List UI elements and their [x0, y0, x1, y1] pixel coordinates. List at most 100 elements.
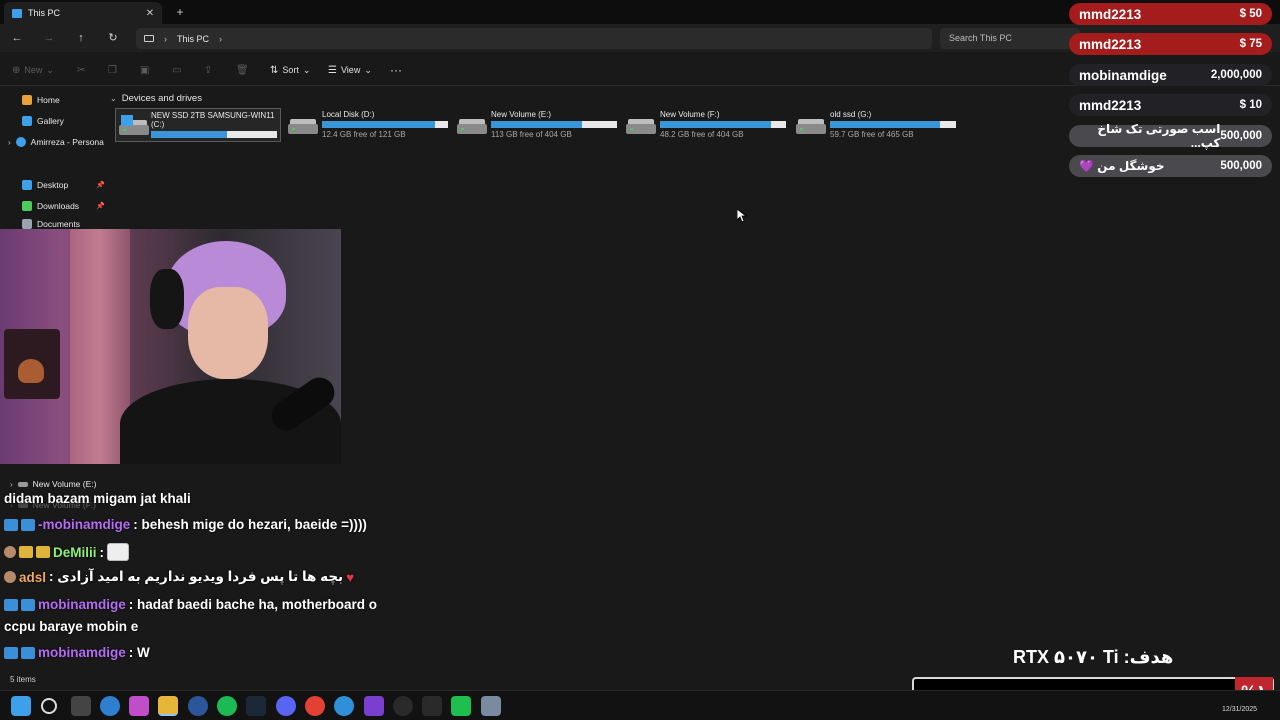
chevron-down-icon: ⌄	[110, 93, 117, 103]
copy-button[interactable]: ❐	[108, 63, 117, 77]
donor-name: خوشگل من 💜	[1079, 159, 1165, 173]
discord-icon[interactable]	[276, 696, 296, 716]
drive-usage-fill	[491, 121, 582, 128]
drive-c[interactable]: NEW SSD 2TB SAMSUNG-WIN11 (C:)	[115, 108, 281, 142]
steam-icon[interactable]	[246, 696, 266, 716]
settings-icon[interactable]	[393, 696, 413, 716]
up-button[interactable]: ↑	[73, 30, 89, 46]
drive-name: New Volume (F:)	[660, 110, 720, 119]
drive-free-space: 113 GB free of 404 GB	[491, 130, 572, 139]
g-app-icon[interactable]	[422, 696, 442, 716]
chevron-right-icon[interactable]: ›	[8, 138, 11, 147]
sort-button[interactable]: ⇅ Sort ⌄	[270, 63, 310, 77]
back-button[interactable]: ←	[9, 30, 25, 46]
more-options-button[interactable]: ···	[390, 63, 402, 77]
crown-badge-icon	[36, 546, 50, 558]
sidebar-item-documents[interactable]: Documents	[22, 219, 80, 229]
r-app-icon[interactable]	[364, 696, 384, 716]
kick-icon[interactable]	[451, 696, 471, 716]
tab-this-pc[interactable]: This PC ✕	[4, 2, 162, 24]
avatar-badge-icon	[4, 546, 16, 558]
edge-icon[interactable]	[100, 696, 120, 716]
drive-f[interactable]: New Volume (F:) 48.2 GB free of 404 GB	[623, 108, 789, 142]
address-bar[interactable]: › This PC ›	[136, 28, 932, 49]
chevron-right-icon[interactable]: ›	[10, 480, 13, 489]
chat-username: -mobinamdige	[38, 517, 131, 532]
tab-title: This PC	[28, 8, 61, 18]
tab-close-icon[interactable]: ✕	[142, 8, 158, 19]
chat-text: : بچه ها تا پس فردا ویدیو نداریم به امید…	[49, 569, 344, 584]
chat-username: adsl	[19, 569, 47, 585]
drive-free-space: 59.7 GB free of 465 GB	[830, 130, 914, 139]
sidebar-item-onedrive[interactable]: › Amirreza - Persona	[8, 133, 104, 151]
file-explorer-icon[interactable]	[158, 696, 178, 716]
calculator-icon[interactable]	[481, 696, 501, 716]
donation-amount: 500,000	[1220, 130, 1262, 142]
donor-name: mmd2213	[1079, 6, 1142, 22]
drive-usage-fill	[151, 131, 227, 138]
delete-button[interactable]: 🗑	[236, 63, 249, 77]
drive-usage-fill	[322, 121, 436, 128]
chrome-icon[interactable]	[305, 696, 325, 716]
task-view-icon[interactable]	[71, 696, 91, 716]
forward-button[interactable]: →	[41, 30, 57, 46]
sidebar-item-label: Documents	[37, 219, 80, 229]
sidebar-item-label: Home	[37, 95, 60, 105]
sidebar-item-home[interactable]: Home	[22, 91, 60, 109]
spotify-icon[interactable]	[217, 696, 237, 716]
donor-name: mmd2213	[1079, 36, 1142, 52]
refresh-button[interactable]: ↻	[105, 30, 121, 46]
donation-item: mobinamdige 2,000,000	[1069, 64, 1272, 86]
word-icon[interactable]	[188, 696, 208, 716]
rename-button[interactable]: ▭	[172, 63, 181, 77]
vscode-icon[interactable]	[334, 696, 354, 716]
sidebar-item-desktop[interactable]: Desktop	[22, 176, 68, 194]
donation-amount: 500,000	[1220, 160, 1262, 172]
devices-and-drives-header[interactable]: ⌄ Devices and drives	[110, 91, 202, 105]
paste-button[interactable]: ▣	[140, 63, 149, 77]
drive-e[interactable]: New Volume (E:) 113 GB free of 404 GB	[454, 108, 620, 142]
drive-usage-fill	[660, 121, 771, 128]
donation-item: mmd2213 $ 50	[1069, 3, 1272, 25]
drive-free-space: 12.4 GB free of 121 GB	[322, 130, 406, 139]
bits-badge-icon	[19, 546, 33, 558]
desktop-icon	[22, 180, 32, 190]
sidebar-item-gallery[interactable]: Gallery	[22, 112, 64, 130]
donation-item: خوشگل من 💜 500,000	[1069, 155, 1272, 177]
sidebar-item-label: Amirreza - Persona	[30, 137, 104, 147]
share-button[interactable]: ⇪	[204, 63, 212, 77]
sub-gifter-badge-icon	[21, 598, 35, 611]
new-button[interactable]: ⊕ New ⌄	[12, 63, 54, 77]
hard-drive-icon	[457, 116, 487, 138]
view-icon: ☰	[328, 64, 337, 76]
scissors-icon: ✂	[77, 64, 86, 76]
drive-g[interactable]: old ssd (G:) 59.7 GB free of 465 GB	[793, 108, 959, 142]
search-input[interactable]: Search This PC	[940, 28, 1080, 49]
hard-drive-icon	[626, 116, 656, 138]
chevron-right-icon[interactable]: ›	[219, 34, 222, 44]
new-tab-button[interactable]: +	[172, 4, 188, 20]
copilot-icon[interactable]	[129, 696, 149, 716]
subscriber-badge-icon	[4, 598, 18, 611]
donor-name: mobinamdige	[1079, 67, 1167, 83]
address-text[interactable]: This PC	[177, 34, 209, 44]
drive-usage-bar	[151, 131, 277, 138]
cut-button[interactable]: ✂	[77, 63, 85, 77]
drive-d[interactable]: Local Disk (D:) 12.4 GB free of 121 GB	[285, 108, 451, 142]
subscriber-badge-icon	[4, 646, 18, 659]
goal-title: هدف: RTX ۵۰۷۰ Ti	[1013, 647, 1174, 667]
hard-drive-icon	[288, 116, 318, 138]
webcam-overlay	[0, 229, 341, 464]
drive-name: NEW SSD 2TB SAMSUNG-WIN11 (C:)	[151, 111, 275, 129]
chevron-right-icon[interactable]: ›	[164, 34, 167, 44]
sidebar-item-downloads[interactable]: Downloads	[22, 197, 79, 215]
search-icon[interactable]	[41, 698, 57, 714]
chat-message-continued: ccpu baraye mobin e	[4, 619, 138, 634]
windows-start-icon[interactable]	[11, 696, 31, 716]
share-icon: ⇪	[204, 64, 213, 76]
sort-icon: ⇅	[270, 64, 279, 76]
view-button[interactable]: ☰ View ⌄	[328, 63, 372, 77]
sort-label: Sort	[282, 65, 299, 75]
paste-icon: ▣	[140, 64, 150, 76]
subscriber-badge-icon	[4, 518, 18, 531]
